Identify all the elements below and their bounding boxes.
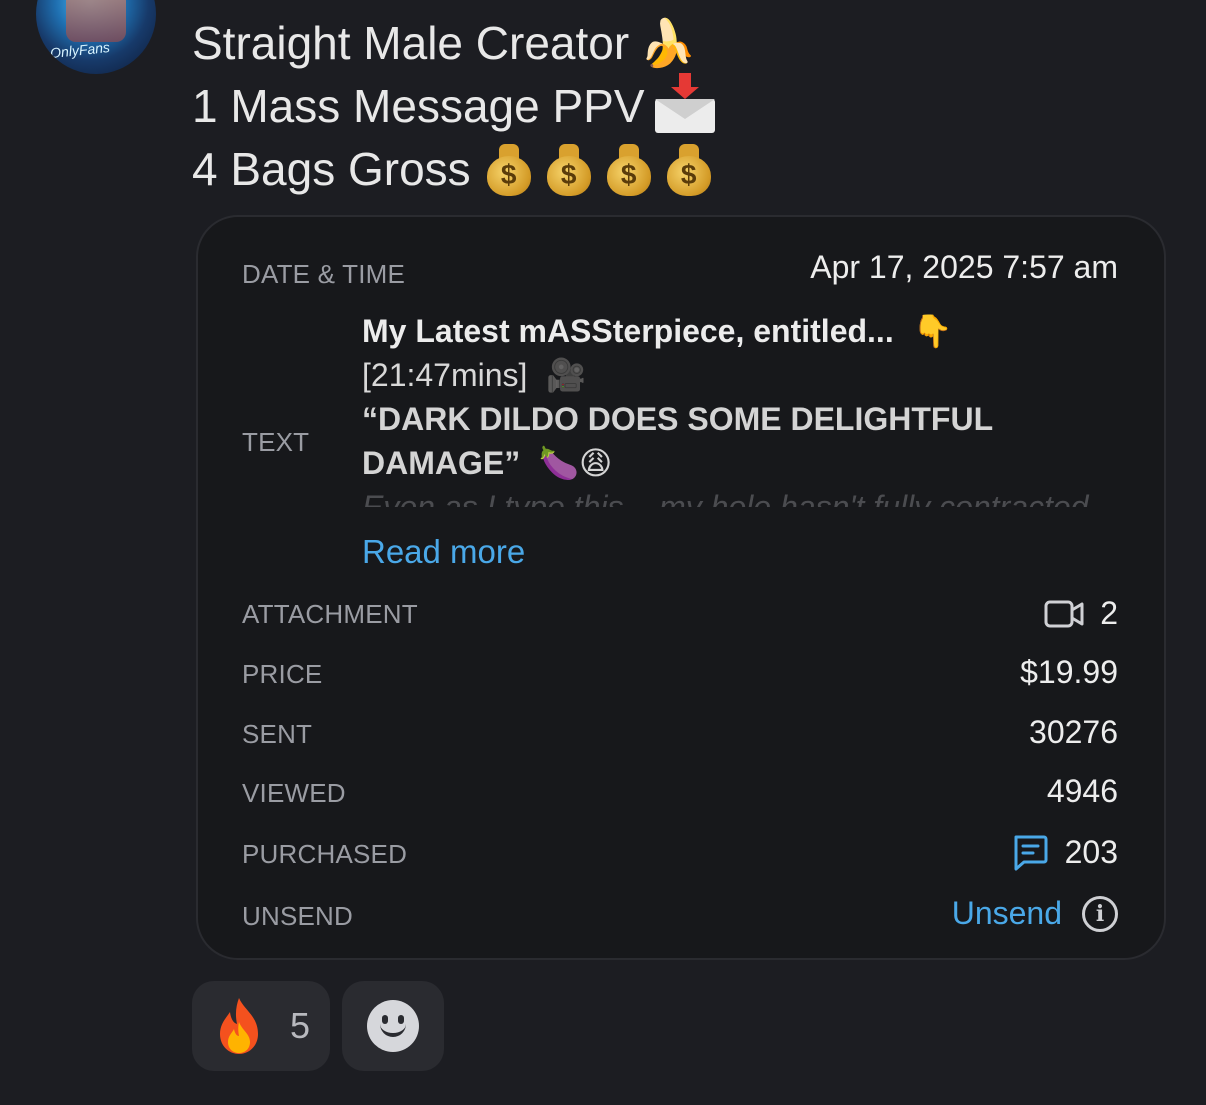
eggplant-weary-icon: 🍆😩 bbox=[539, 444, 613, 482]
unsend-link[interactable]: Unsend bbox=[952, 895, 1062, 932]
smiley-icon bbox=[367, 1000, 419, 1052]
text-label: TEXT bbox=[242, 427, 310, 457]
money-bag-icon: $ bbox=[606, 143, 651, 196]
price-value: $19.99 bbox=[1020, 654, 1118, 690]
post-line-2: 1 Mass Message PPV bbox=[192, 72, 715, 138]
date-time-label: DATE & TIME bbox=[242, 259, 406, 289]
viewed-value: 4946 bbox=[1046, 773, 1118, 809]
banana-icon: 🍌 bbox=[639, 16, 697, 70]
fire-reaction-count: 5 bbox=[290, 1005, 311, 1046]
price-label: PRICE bbox=[242, 659, 323, 689]
money-bag-icon: $ bbox=[666, 143, 711, 196]
message-list-icon bbox=[1014, 835, 1048, 871]
post-line-3: 4 Bags Gross $ $ $ $ bbox=[192, 138, 715, 201]
purchased-label: PURCHASED bbox=[242, 839, 408, 869]
message-duration: [21:47mins] 🎥 bbox=[362, 356, 587, 394]
mass-message-details-card: DATE & TIME Apr 17, 2025 7:57 am TEXT My… bbox=[196, 215, 1166, 960]
money-bag-icon: $ bbox=[546, 143, 591, 196]
avatar-photo bbox=[66, 0, 126, 42]
purchased-count: 203 bbox=[1064, 833, 1118, 870]
unsend-label: UNSEND bbox=[242, 901, 353, 931]
post-line-1: Straight Male Creator 🍌 bbox=[192, 12, 715, 75]
unsend-value: Unsend i bbox=[952, 895, 1118, 932]
attachment-count: 2 bbox=[1100, 595, 1118, 631]
camera-icon: 🎥 bbox=[546, 356, 587, 394]
info-icon[interactable]: i bbox=[1082, 895, 1118, 932]
attachment-value[interactable]: 2 bbox=[1044, 595, 1118, 632]
post-line-1-text: Straight Male Creator bbox=[192, 17, 630, 69]
post-text: Straight Male Creator 🍌 1 Mass Message P… bbox=[192, 12, 715, 201]
point-down-icon: 👇 bbox=[912, 312, 953, 350]
money-bag-icon: $ bbox=[486, 143, 531, 196]
sent-value: 30276 bbox=[1029, 714, 1118, 750]
fire-icon bbox=[220, 998, 258, 1054]
attachment-label: ATTACHMENT bbox=[242, 599, 418, 629]
sent-label: SENT bbox=[242, 719, 313, 749]
video-camera-icon bbox=[1044, 600, 1084, 627]
read-more-link[interactable]: Read more bbox=[362, 533, 525, 571]
add-reaction-button[interactable] bbox=[342, 981, 444, 1071]
viewed-label: VIEWED bbox=[242, 778, 346, 808]
message-title: My Latest mASSterpiece, entitled... 👇 bbox=[362, 312, 953, 350]
post-line-2-text: 1 Mass Message PPV bbox=[192, 80, 645, 132]
avatar-caption: OnlyFans bbox=[49, 38, 111, 62]
purchased-value[interactable]: 203 bbox=[1011, 833, 1118, 871]
post-line-3-text: 4 Bags Gross bbox=[192, 143, 471, 195]
message-quote: “DARK DILDO DOES SOME DELIGHTFUL DAMAGE”… bbox=[362, 401, 993, 482]
date-time-value: Apr 17, 2025 7:57 am bbox=[810, 249, 1118, 285]
fire-reaction-button[interactable]: 5 bbox=[192, 981, 330, 1071]
message-text: My Latest mASSterpiece, entitled... 👇 [2… bbox=[362, 309, 1122, 507]
message-faded-preview: Even as I type this... my hole hasn't fu… bbox=[362, 489, 1089, 507]
envelope-with-arrow-icon bbox=[654, 72, 715, 133]
sender-avatar[interactable]: OnlyFans bbox=[36, 0, 156, 74]
